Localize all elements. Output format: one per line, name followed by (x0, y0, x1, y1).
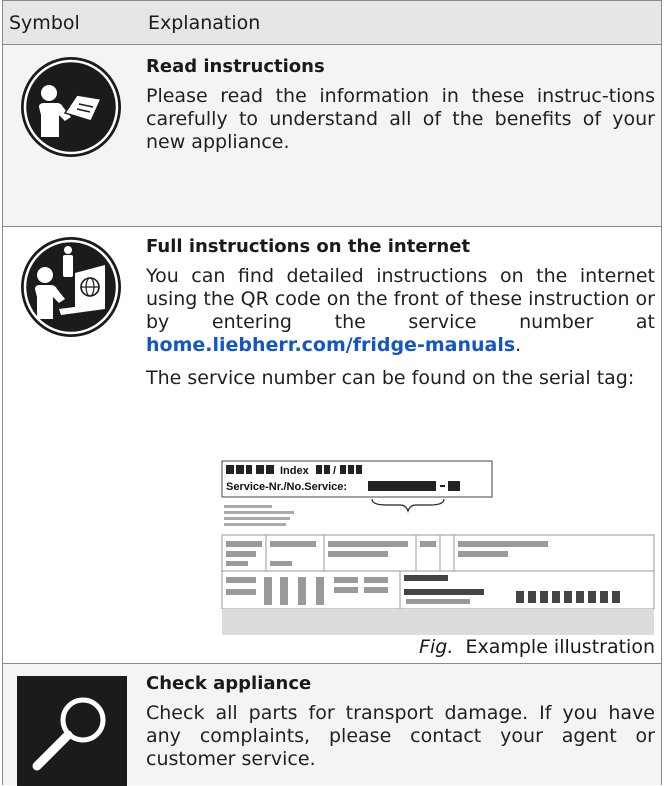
table-row: Read instructions Please read the inform… (3, 45, 661, 227)
row-text: You can find detailed instructions on th… (146, 265, 655, 357)
serial-tag-illustration: Index / Service-Nr./No.Service: (216, 459, 658, 643)
header-symbol: Symbol (9, 12, 80, 34)
caption-label: Fig. (419, 636, 454, 658)
serial-tag-figure: Index / Service-Nr./No.Service: (221, 460, 655, 610)
row-text: Please read the information in these ins… (146, 85, 655, 153)
magnifier-icon (17, 676, 127, 786)
person-reading-book-icon (21, 57, 121, 157)
explanation-cell: Read instructions Please read the inform… (146, 45, 655, 154)
service-link[interactable]: home.liebherr.com/fridge-manuals (146, 334, 515, 356)
tag-service-label: Service-Nr./No.Service: (226, 481, 347, 493)
person-info-laptop-icon (21, 237, 121, 337)
figure-caption: Fig. Example illustration (419, 635, 655, 659)
explanation-cell: Check appliance Check all parts for tran… (146, 664, 655, 771)
table-row: Full instructions on the internet You ca… (3, 227, 661, 664)
row-title: Read instructions (146, 56, 325, 77)
row-text-after-link: . (515, 334, 522, 356)
row-title: Check appliance (146, 673, 312, 694)
table-header: Symbol Explanation (3, 0, 661, 45)
table-row: Check appliance Check all parts for tran… (3, 664, 661, 786)
tag-index-label: Index (280, 465, 310, 477)
caption-text: Example illustration (465, 636, 655, 658)
row-text-2: The service number can be found on the s… (146, 367, 635, 389)
row-text: Check all parts for transport damage. If… (146, 702, 655, 770)
tag-slash: / (333, 465, 336, 477)
symbol-table: Symbol Explanation Read instructions Ple… (2, 0, 662, 786)
header-explanation: Explanation (148, 12, 261, 34)
row-title: Full instructions on the internet (146, 236, 471, 257)
row-text-before-link: You can find detailed instructions on th… (146, 265, 655, 333)
explanation-cell: Full instructions on the internet You ca… (146, 227, 655, 658)
tag-footer-bar (222, 609, 654, 635)
